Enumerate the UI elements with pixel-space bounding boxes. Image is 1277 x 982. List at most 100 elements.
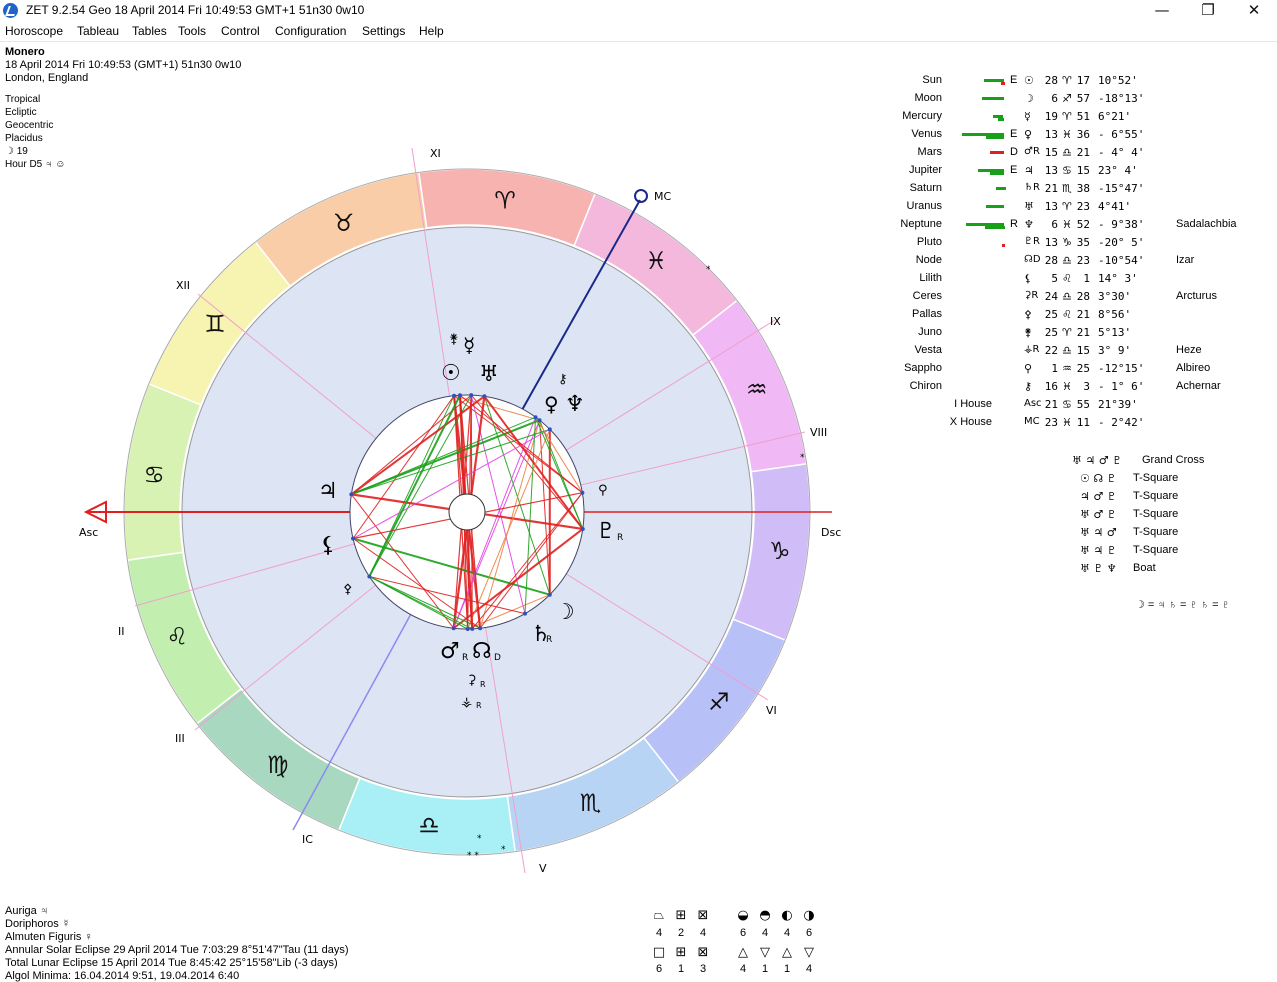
planet-name: Vesta xyxy=(914,344,942,356)
quadrant-bottom-count: 1 xyxy=(673,963,689,975)
configuration-label[interactable]: Boat xyxy=(1133,562,1156,574)
wheel-venus-icon[interactable]: ♀ xyxy=(544,392,559,416)
wheel-lilith-icon[interactable]: ⚸ xyxy=(320,533,336,558)
house-label-viii: VIII xyxy=(810,426,827,439)
planet-row-mars[interactable]: MarsD♂R15♎21- 4° 4' xyxy=(890,146,1270,164)
planet-fixed-star: Albireo xyxy=(1176,362,1210,374)
maximize-button[interactable]: ❐ xyxy=(1185,0,1231,22)
sign-glyph-aquarius: ♒︎ xyxy=(746,376,768,404)
wheel-node-icon[interactable]: ☊ xyxy=(472,639,492,664)
planet-minute: 23 xyxy=(1074,254,1090,267)
svg-text:*: * xyxy=(477,834,482,844)
planet-minute: 15 xyxy=(1074,344,1090,357)
strength-bar xyxy=(990,172,1004,175)
aspect-point-saturn xyxy=(523,612,527,616)
menu-configuration[interactable]: Configuration xyxy=(275,24,346,38)
close-button[interactable]: ✕ xyxy=(1231,0,1277,22)
planet-row-jupiter[interactable]: JupiterE♃13♋1523° 4' xyxy=(890,164,1270,182)
planet-row-x-house[interactable]: X HouseMC23♓11- 2°42' xyxy=(890,416,1270,434)
planet-row-juno[interactable]: Juno⚵25♈215°13' xyxy=(890,326,1270,344)
planet-minute: 57 xyxy=(1074,92,1090,105)
strength-bar xyxy=(1002,244,1005,247)
planet-row-moon[interactable]: Moon☽6♐57-18°13' xyxy=(890,92,1270,110)
svg-text:R: R xyxy=(546,635,552,645)
sign-glyph-virgo: ♍︎ xyxy=(267,751,289,779)
planet-row-uranus[interactable]: Uranus♅13♈234°41' xyxy=(890,200,1270,218)
configuration-label[interactable]: T-Square xyxy=(1133,490,1178,502)
planet-fixed-star: Izar xyxy=(1176,254,1194,266)
house-label-xii: XII xyxy=(176,279,190,292)
wheel-pallas-icon[interactable]: ⚴ xyxy=(343,582,353,597)
planet-row-chiron[interactable]: Chiron⚷16♓3- 1° 6'Achernar xyxy=(890,380,1270,398)
planet-minute: 1 xyxy=(1074,272,1090,285)
configuration-label[interactable]: T-Square xyxy=(1133,544,1178,556)
planet-latitude: 23° 4' xyxy=(1098,164,1178,177)
quadrant-bottom-count: 4 xyxy=(735,963,751,975)
wheel-pluto-icon[interactable]: ♇ xyxy=(596,519,616,544)
planet-degree: 25 xyxy=(1040,308,1058,321)
planet-row-mercury[interactable]: Mercury☿19♈516°21' xyxy=(890,110,1270,128)
planet-row-node[interactable]: Node☊D28♎23-10°54'Izar xyxy=(890,254,1270,272)
planet-row-sappho[interactable]: Sappho⚲1♒25-12°15'Albireo xyxy=(890,362,1270,380)
quadrant-bottom-count: 3 xyxy=(695,963,711,975)
strength-bar xyxy=(982,97,1004,100)
wheel-chiron-icon[interactable]: ⚷ xyxy=(558,372,568,387)
planet-row-i-house[interactable]: I HouseAsc21♋5521°39' xyxy=(890,398,1270,416)
dsc-label: Dsc xyxy=(821,526,841,539)
configuration-label[interactable]: T-Square xyxy=(1133,508,1178,520)
planet-row-ceres[interactable]: Ceres⚳R24♎283°30'Arcturus xyxy=(890,290,1270,308)
planet-row-pluto[interactable]: Pluto♇R13♑35-20° 5' xyxy=(890,236,1270,254)
wheel-neptune-icon[interactable]: ♆ xyxy=(565,392,585,417)
planet-name: Lilith xyxy=(919,272,942,284)
wheel-sappho-icon[interactable]: ⚲ xyxy=(598,483,608,498)
wheel-ceres-icon[interactable]: ⚳ xyxy=(467,673,477,688)
planet-degree: 24 xyxy=(1040,290,1058,303)
configuration-label[interactable]: T-Square xyxy=(1133,526,1178,538)
planet-row-sun[interactable]: SunE☉28♈1710°52' xyxy=(890,74,1270,92)
planet-sign-icon: ♈ xyxy=(1062,74,1074,87)
menu-settings[interactable]: Settings xyxy=(362,24,405,38)
strength-bar xyxy=(990,151,1004,154)
wheel-vesta-icon[interactable]: ⚶ xyxy=(461,695,472,710)
planet-minute: 3 xyxy=(1074,380,1090,393)
menu-tableau[interactable]: Tableau xyxy=(77,24,119,38)
wheel-jupiter-icon[interactable]: ♃ xyxy=(318,479,338,504)
planet-row-lilith[interactable]: Lilith⚸5♌114° 3' xyxy=(890,272,1270,290)
wheel-uranus-icon[interactable]: ♅ xyxy=(479,362,499,387)
planet-row-pallas[interactable]: Pallas⚴25♌218°56' xyxy=(890,308,1270,326)
quadrant-top-count: 6 xyxy=(735,927,751,939)
wheel-mars-icon[interactable]: ♂ xyxy=(440,639,460,664)
planet-degree: 23 xyxy=(1040,416,1058,429)
planet-minute: 15 xyxy=(1074,164,1090,177)
configuration-label[interactable]: Grand Cross xyxy=(1142,454,1204,466)
planet-latitude: 14° 3' xyxy=(1098,272,1178,285)
asc-label: Asc xyxy=(79,526,98,539)
quadrant-top-icon: ◒ xyxy=(735,908,751,923)
menu-tables[interactable]: Tables xyxy=(132,24,167,38)
menu-horoscope[interactable]: Horoscope xyxy=(5,24,63,38)
wheel-moon-icon[interactable]: ☽ xyxy=(555,600,575,625)
wheel-juno-icon[interactable]: ⚵ xyxy=(449,332,459,347)
planet-latitude: - 4° 4' xyxy=(1098,146,1178,159)
planet-flag: E xyxy=(1010,164,1020,176)
menu-tools[interactable]: Tools xyxy=(178,24,206,38)
wheel-sun-icon[interactable]: ☉ xyxy=(441,361,461,386)
planet-minute: 17 xyxy=(1074,74,1090,87)
horoscope-wheel[interactable]: ♈︎♉︎♊︎♋︎♌︎♍︎♎︎♏︎♐︎♑︎♒︎♓︎ XI XII IX VIII … xyxy=(0,40,880,890)
planet-row-neptune[interactable]: NeptuneR♆6♓52- 9°38'Sadalachbia xyxy=(890,218,1270,236)
sign-glyph-libra: ♎︎ xyxy=(418,812,440,840)
quadrant-bottom-count: 6 xyxy=(651,963,667,975)
wheel-mercury-icon[interactable]: ☿ xyxy=(463,333,475,357)
configuration-glyphs: ☉ ☊ ♇ xyxy=(1080,472,1117,485)
menu-control[interactable]: Control xyxy=(221,24,260,38)
menu-help[interactable]: Help xyxy=(419,24,444,38)
planet-row-venus[interactable]: VenusE♀13♓36- 6°55' xyxy=(890,128,1270,146)
planet-name: Sappho xyxy=(904,362,942,374)
minimize-button[interactable]: — xyxy=(1139,0,1185,22)
aspect-point-mercury xyxy=(469,393,473,397)
configuration-label[interactable]: T-Square xyxy=(1133,472,1178,484)
planet-minute: 23 xyxy=(1074,200,1090,213)
planet-degree: 28 xyxy=(1040,254,1058,267)
planet-row-saturn[interactable]: Saturn♄R21♏38-15°47' xyxy=(890,182,1270,200)
planet-row-vesta[interactable]: Vesta⚶R22♎153° 9'Heze xyxy=(890,344,1270,362)
